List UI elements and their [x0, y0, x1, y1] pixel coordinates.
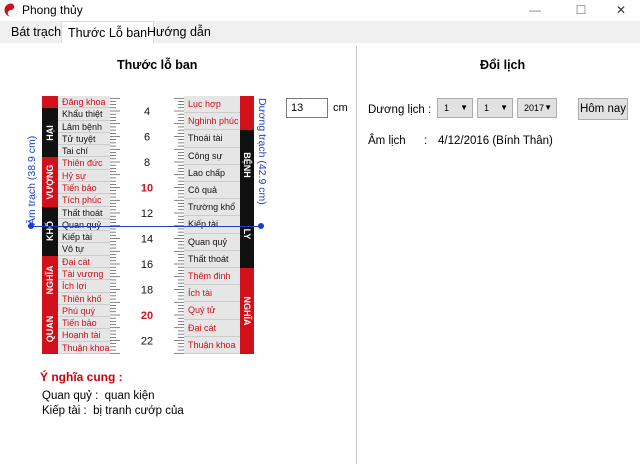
meaning-line-2: Kiếp tài : bị tranh cướp của [42, 405, 184, 417]
minimize-button[interactable]: — [512, 0, 558, 20]
left-cung-item: Tài vượng [58, 268, 110, 281]
left-cung-item: Lâm bệnh [58, 120, 110, 133]
right-group-3: NGHĨA [240, 268, 254, 354]
right-group-0 [240, 96, 254, 131]
am-trach-label: Âm trạch (38.9 cm) [26, 135, 38, 225]
right-cung-item: Thoái tài [184, 130, 240, 148]
right-cung-item: Thuận khoa [184, 336, 240, 354]
right-cung-item: Kiếp tài [184, 216, 240, 234]
title-bar: Phong thủy — ☐ ✕ [0, 0, 640, 20]
ruler-number: 8 [144, 157, 150, 169]
left-cung-item: Hoạnh tài [58, 329, 110, 342]
ruler-number: 16 [141, 259, 153, 271]
right-cung-item: Đại cát [184, 319, 240, 337]
left-cung-item: Thiên khố [58, 292, 110, 305]
meaning-title: Ý nghĩa cung : [40, 370, 123, 384]
right-group-2: LY [240, 199, 254, 268]
right-cung-item: Cô quả [184, 182, 240, 200]
duong-trach-label: Dương trạch (42.9 cm) [256, 98, 268, 205]
left-group-1: HẠI [42, 108, 58, 158]
today-button[interactable]: Hôm nay [578, 98, 628, 120]
left-cung-item: Khẩu thiệt [58, 108, 110, 121]
ruler-section-title: Thước lỗ ban [117, 58, 198, 72]
left-cung-item: Vô tự [58, 243, 110, 256]
chevron-down-icon: ▼ [460, 103, 468, 112]
left-cung-item: Thiên đức [58, 157, 110, 170]
measure-marker-left [28, 223, 34, 229]
left-cung-item: Thất thoát [58, 206, 110, 219]
length-input[interactable]: 13 [286, 98, 328, 118]
left-group-0 [42, 96, 58, 109]
ruler-number: 14 [141, 234, 153, 246]
left-cung-item: Quan quỷ [58, 218, 110, 232]
month-select[interactable]: 1 ▼ [477, 98, 513, 118]
tab-bat-trach[interactable]: Bát trạch [5, 23, 67, 42]
close-button[interactable]: ✕ [598, 0, 640, 20]
left-group-4: NGHĨA [42, 255, 58, 305]
tab-bar: Bát trạch Thước Lỗ ban Hướng dẫn [0, 21, 640, 44]
window-title: Phong thủy [22, 3, 83, 17]
left-cung-item: Hỷ sự [58, 169, 110, 182]
left-cung-item: Đăng khoa [58, 96, 110, 109]
left-cung-item: Tai chí [58, 145, 110, 158]
right-group-1: BỆNH [240, 130, 254, 200]
ruler-number: 18 [141, 285, 153, 297]
left-cung-item: Thuận khoa [58, 341, 110, 354]
right-cung-item: Lục hợp [184, 96, 240, 114]
measure-marker-right [258, 223, 264, 229]
chevron-down-icon: ▼ [544, 103, 552, 112]
duong-lich-label: Dương lịch : [368, 104, 432, 116]
am-lich-colon: : [424, 135, 428, 147]
right-cung-item: Quan quỷ [184, 233, 240, 251]
ruler-number: 22 [141, 336, 153, 348]
right-cung-item: Thêm đinh [184, 268, 240, 286]
left-cung-item: Tử tuyệt [58, 132, 110, 146]
left-cung-item: Ích lợi [58, 280, 110, 293]
ruler-number: 20 [141, 310, 153, 322]
ruler-scale: 4 6 8 10 12 14 16 18 20 22 [110, 97, 184, 354]
right-cung-item: Ích tài [184, 285, 240, 303]
year-select[interactable]: 2017 ▼ [517, 98, 557, 118]
right-cung-item: Công sự [184, 147, 240, 165]
chevron-down-icon: ▼ [500, 103, 508, 112]
ruler-number: 6 [144, 132, 150, 144]
left-cung-item: Đại cát [58, 255, 110, 268]
ruler-number: 12 [141, 208, 153, 220]
panel-divider [356, 46, 357, 464]
left-cung-item: Tiến bảo [58, 317, 110, 330]
am-lich-label: Âm lịch [368, 135, 406, 147]
day-select[interactable]: 1 ▼ [437, 98, 473, 118]
left-group-3: KHỔ [42, 206, 58, 256]
left-cung-item: Kiếp tài [58, 231, 110, 244]
left-group-2: VƯỢNG [42, 157, 58, 207]
left-cung-item: Tích phúc [58, 194, 110, 207]
unit-label: cm [333, 102, 348, 114]
right-cung-item: Thất thoát [184, 250, 240, 268]
measure-line [30, 226, 264, 227]
right-cung-item: Quý tử [184, 302, 240, 320]
left-cung-item: Tiến bảo [58, 182, 110, 195]
ruler-number: 10 [141, 183, 153, 195]
meaning-line-1: Quan quỷ : quan kiện [42, 390, 155, 402]
tab-huong-dan[interactable]: Hướng dẫn [141, 23, 217, 42]
ruler-number: 4 [144, 106, 150, 118]
right-cung-item: Nghinh phúc [184, 113, 240, 131]
calendar-section-title: Đổi lịch [480, 58, 526, 72]
app-icon [4, 3, 18, 17]
right-cung-item: Trường khổ [184, 199, 240, 217]
lo-ban-ruler[interactable]: HẠI VƯỢNG KHỔ NGHĨA QUAN Đăng khoa Khẩu thiệt… [42, 96, 254, 354]
left-cung-item: Phú quý [58, 304, 110, 318]
am-lich-value: 4/12/2016 (Bính Thân) [438, 135, 553, 147]
left-group-5: QUAN [42, 304, 58, 354]
right-cung-item: Lao chấp [184, 164, 240, 182]
